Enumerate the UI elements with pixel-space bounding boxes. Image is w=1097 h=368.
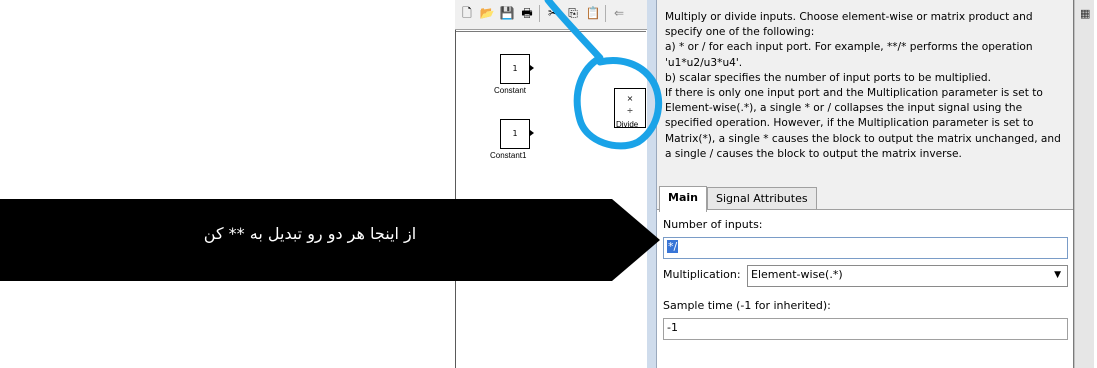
dialog-frame-left	[647, 0, 657, 368]
window-icon: ▦	[1080, 7, 1091, 20]
print-icon[interactable]: 🖶	[519, 5, 535, 21]
block-description: Multiply or divide inputs. Choose elemen…	[665, 10, 1065, 162]
toolbar-separator	[605, 5, 606, 22]
constant1-output-port	[530, 130, 534, 136]
chevron-down-icon: ▼	[1054, 270, 1061, 280]
description-line: 'u1*u2/u3*u4'.	[665, 56, 743, 69]
number-of-inputs-label: Number of inputs:	[663, 218, 763, 231]
open-icon[interactable]: 📂	[479, 5, 495, 21]
divide-label: Divide	[616, 120, 639, 129]
toolbar-separator	[539, 5, 540, 22]
divide-symbol: ÷	[626, 106, 634, 115]
multiply-symbol: ×	[626, 94, 634, 103]
description-line: a) * or / for each input port. For examp…	[665, 41, 1033, 54]
sample-time-label: Sample time (-1 for inherited):	[663, 299, 831, 312]
cut-icon[interactable]: ✂	[545, 5, 561, 21]
back-icon[interactable]: ⇐	[611, 5, 627, 21]
constant-label: Constant	[494, 86, 527, 95]
model-toolbar: 🗋 📂 💾 🖶 ✂ ⎘ 📋 ⇐	[455, 0, 647, 30]
description-line: If there is only one input port and the …	[665, 87, 1043, 100]
description-line: a single / causes the block to output th…	[665, 147, 962, 160]
constant-output-port	[530, 65, 534, 71]
sample-time-value: -1	[667, 321, 678, 334]
description-line: b) scalar specifies the number of input …	[665, 71, 991, 84]
constant1-block[interactable]: 1	[500, 119, 530, 149]
sample-time-input[interactable]: -1	[663, 318, 1068, 340]
copy-icon[interactable]: ⎘	[565, 5, 581, 21]
callout-text: از اینجا هر دو رو تبدیل به ** کن	[203, 224, 417, 243]
constant1-value: 1	[512, 129, 518, 138]
number-of-inputs-value: */	[667, 240, 679, 253]
parameters-panel: Number of inputs: */ Multiplication: Ele…	[657, 209, 1073, 368]
tab-signal-attributes[interactable]: Signal Attributes	[707, 187, 817, 211]
multiplication-value: Element-wise(.*)	[751, 268, 843, 281]
description-line: Element-wise(.*), a single * or / collap…	[665, 102, 1023, 115]
constant1-label: Constant1	[490, 151, 527, 160]
constant-value: 1	[512, 64, 518, 73]
save-icon[interactable]: 💾	[499, 5, 515, 21]
description-line: Matrix(*), a single * causes the block t…	[665, 132, 1061, 145]
vertical-scrollbar[interactable]	[1074, 0, 1094, 368]
paste-icon[interactable]: 📋	[585, 5, 601, 21]
description-line: specified operation. However, if the Mul…	[665, 117, 1034, 130]
constant-block[interactable]: 1	[500, 54, 530, 84]
parameter-tabs: Main Signal Attributes	[657, 186, 1073, 212]
multiplication-select[interactable]: Element-wise(.*) ▼	[747, 265, 1068, 287]
description-line: Multiply or divide inputs. Choose elemen…	[665, 11, 1033, 23]
tab-main[interactable]: Main	[659, 186, 707, 212]
multiplication-label: Multiplication:	[663, 268, 741, 281]
number-of-inputs-input[interactable]: */	[663, 237, 1068, 259]
new-icon[interactable]: 🗋	[459, 5, 475, 21]
description-line: specify one of the following:	[665, 26, 815, 39]
